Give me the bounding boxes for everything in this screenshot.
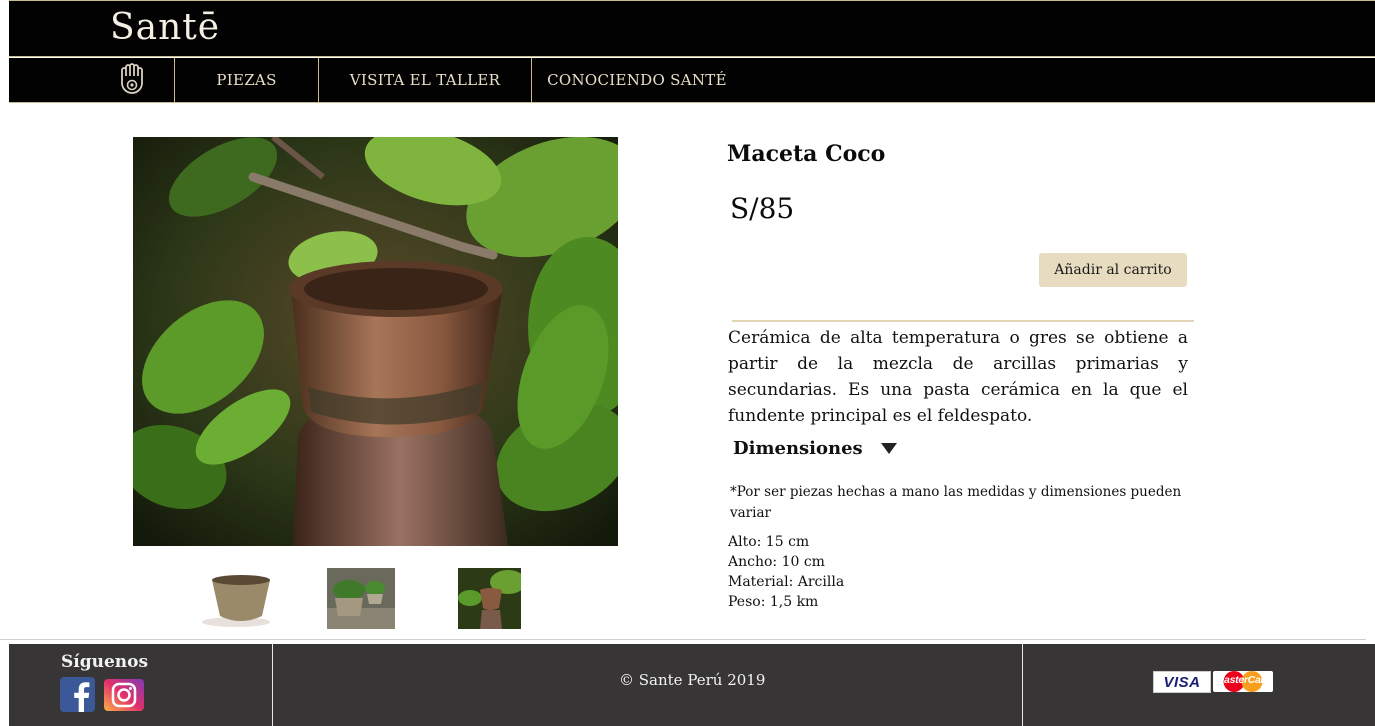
product-description: Cerámica de alta temperatura o gres se o… — [728, 328, 1188, 426]
spec-height: Alto: 15 cm — [728, 534, 810, 550]
product-title: Maceta Coco — [727, 141, 886, 167]
spec-width: Ancho: 10 cm — [728, 554, 825, 570]
footer-divider — [272, 644, 273, 726]
nav-item-conociendo-sante[interactable]: CONOCIENDO SANTÉ — [532, 58, 742, 102]
nav-item-piezas[interactable]: PIEZAS — [175, 58, 318, 102]
add-to-cart-button[interactable]: Añadir al carrito — [1039, 253, 1187, 287]
dimensions-label: Dimensiones — [733, 438, 863, 459]
instagram-icon[interactable] — [104, 679, 144, 711]
footer-divider — [1022, 644, 1023, 726]
main-nav: PIEZAS VISITA EL TALLER CONOCIENDO SANTÉ — [9, 58, 1375, 103]
product-specs: Alto: 15 cm Ancho: 10 cm Material: Arcil… — [728, 532, 844, 612]
facebook-icon[interactable] — [60, 677, 95, 712]
hamsa-hand-icon — [118, 63, 146, 97]
handmade-note: *Por ser piezas hechas a mano las medida… — [730, 484, 1182, 521]
section-divider — [732, 320, 1194, 322]
mastercard-logo: MasterCard — [1213, 671, 1273, 692]
product-main-image[interactable] — [133, 137, 618, 546]
home-logo-link[interactable] — [9, 58, 174, 102]
visa-logo: VISA — [1153, 671, 1211, 693]
brand-logo-text[interactable]: Santē — [110, 7, 220, 48]
site-header: Santē — [9, 0, 1375, 57]
nav-item-visita-el-taller[interactable]: VISITA EL TALLER — [319, 58, 531, 102]
follow-us-label: Síguenos — [61, 652, 149, 672]
thumbnail-1[interactable] — [200, 570, 272, 628]
spec-weight: Peso: 1,5 km — [728, 594, 819, 610]
spec-material: Material: Arcilla — [728, 574, 845, 590]
triangle-down-icon — [880, 443, 897, 454]
product-price: S/85 — [730, 192, 795, 225]
dimensions-toggle[interactable]: Dimensiones — [733, 438, 897, 459]
thumbnail-2[interactable] — [327, 568, 395, 629]
thumbnail-3[interactable] — [458, 568, 521, 629]
footer-divider — [0, 639, 1366, 640]
copyright-text: © Sante Perú 2019 — [619, 671, 766, 689]
site-footer: Síguenos © Sante Perú 2019 VISA MasterCa… — [9, 644, 1375, 726]
